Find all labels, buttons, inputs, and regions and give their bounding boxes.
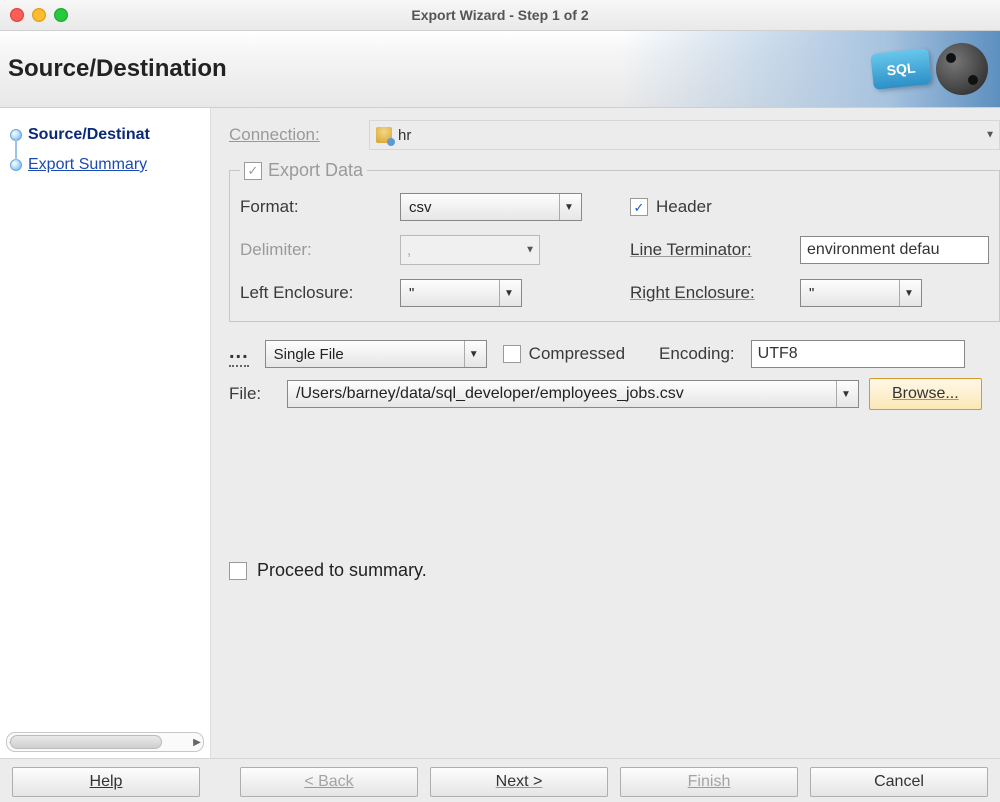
export-data-group: ✓ Export Data Format: csv ▼ ✓ Header Del… <box>229 160 1000 322</box>
chevron-down-icon: ▼ <box>499 280 518 306</box>
scrollbar-thumb[interactable] <box>10 735 162 749</box>
delimiter-value: , <box>407 242 411 259</box>
line-terminator-field[interactable]: environment defau <box>800 236 989 264</box>
chevron-down-icon: ▼ <box>559 194 578 220</box>
cancel-button[interactable]: Cancel <box>810 767 988 797</box>
proceed-to-summary-checkbox[interactable]: ✓ <box>229 562 247 580</box>
next-button-label: Next > <box>496 773 543 791</box>
right-enclosure-dropdown[interactable]: " ▼ <box>800 279 922 307</box>
proceed-to-summary-label: Proceed to summary. <box>257 560 427 581</box>
chevron-down-icon: ▼ <box>464 341 483 367</box>
line-terminator-label: Line Terminator: <box>630 240 800 260</box>
file-path-field[interactable]: /Users/barney/data/sql_developer/employe… <box>287 380 859 408</box>
encoding-label: Encoding: <box>659 344 735 364</box>
header-checkbox[interactable]: ✓ <box>630 198 648 216</box>
chevron-down-icon: ▼ <box>525 245 535 256</box>
chevron-down-icon: ▼ <box>985 130 995 141</box>
cancel-button-label: Cancel <box>874 773 924 791</box>
window-title: Export Wizard - Step 1 of 2 <box>0 7 1000 23</box>
back-button: < Back <box>240 767 418 797</box>
save-as-dropdown[interactable]: Single File ▼ <box>265 340 487 368</box>
line-terminator-value: environment defau <box>807 241 940 259</box>
connection-value: hr <box>398 127 411 144</box>
connection-label: Connection: <box>229 125 359 145</box>
connection-dropdown[interactable]: hr ▼ <box>369 120 1000 150</box>
step-bullet-icon <box>10 159 22 171</box>
export-data-legend-text: Export Data <box>268 160 363 181</box>
wizard-banner: Source/Destination SQL <box>0 31 1000 108</box>
step-nav-scrollbar[interactable]: ◀ ▶ <box>6 732 204 752</box>
file-path-value: /Users/barney/data/sql_developer/employe… <box>296 385 684 403</box>
next-button[interactable]: Next > <box>430 767 608 797</box>
chevron-down-icon: ▼ <box>836 381 855 407</box>
compressed-label: Compressed <box>529 344 625 364</box>
browse-button-label: Browse... <box>892 385 959 403</box>
window-zoom-button[interactable] <box>54 8 68 22</box>
encoding-value: UTF8 <box>758 345 798 363</box>
scroll-right-arrow-icon[interactable]: ▶ <box>189 733 205 751</box>
left-enclosure-label: Left Enclosure: <box>240 283 400 303</box>
encoding-field[interactable]: UTF8 <box>751 340 965 368</box>
format-label: Format: <box>240 197 400 217</box>
left-enclosure-dropdown[interactable]: " ▼ <box>400 279 522 307</box>
header-label: Header <box>656 197 712 217</box>
compressed-checkbox[interactable]: ✓ <box>503 345 521 363</box>
step-export-summary[interactable]: Export Summary <box>10 150 206 180</box>
back-button-label: < Back <box>304 773 353 791</box>
film-reel-icon <box>936 43 988 95</box>
delimiter-dropdown: , ▼ <box>400 235 540 265</box>
wizard-footer: Help < Back Next > Finish Cancel <box>0 758 1000 802</box>
export-data-checkbox[interactable]: ✓ <box>244 162 262 180</box>
file-label: File: <box>229 384 277 404</box>
chevron-down-icon: ▼ <box>899 280 918 306</box>
step-label: Export Summary <box>28 156 147 174</box>
format-value: csv <box>409 199 432 216</box>
help-button-label: Help <box>90 773 123 791</box>
form-area: Connection: hr ▼ ✓ Export Data Format: c… <box>211 108 1000 758</box>
delimiter-label: Delimiter: <box>240 240 400 260</box>
browse-button[interactable]: Browse... <box>869 378 982 410</box>
right-enclosure-label: Right Enclosure: <box>630 283 800 303</box>
titlebar: Export Wizard - Step 1 of 2 <box>0 0 1000 31</box>
finish-button: Finish <box>620 767 798 797</box>
sql-badge-icon: SQL <box>870 48 931 90</box>
finish-button-label: Finish <box>688 773 731 791</box>
save-as-value: Single File <box>274 346 344 363</box>
help-button[interactable]: Help <box>12 767 200 797</box>
step-label: Source/Destinat <box>28 126 150 144</box>
wizard-step-title: Source/Destination <box>8 55 227 83</box>
window-minimize-button[interactable] <box>32 8 46 22</box>
left-enclosure-value: " <box>409 285 414 302</box>
save-as-options-button[interactable]: ... <box>229 341 249 367</box>
export-data-legend: ✓ Export Data <box>240 160 367 181</box>
format-dropdown[interactable]: csv ▼ <box>400 193 582 221</box>
right-enclosure-value: " <box>809 285 814 302</box>
database-icon <box>376 127 392 143</box>
step-source-destination[interactable]: Source/Destinat <box>10 120 206 150</box>
wizard-step-nav: Source/Destinat Export Summary ◀ ▶ <box>0 108 211 758</box>
window-close-button[interactable] <box>10 8 24 22</box>
banner-artwork: SQL <box>872 43 988 95</box>
